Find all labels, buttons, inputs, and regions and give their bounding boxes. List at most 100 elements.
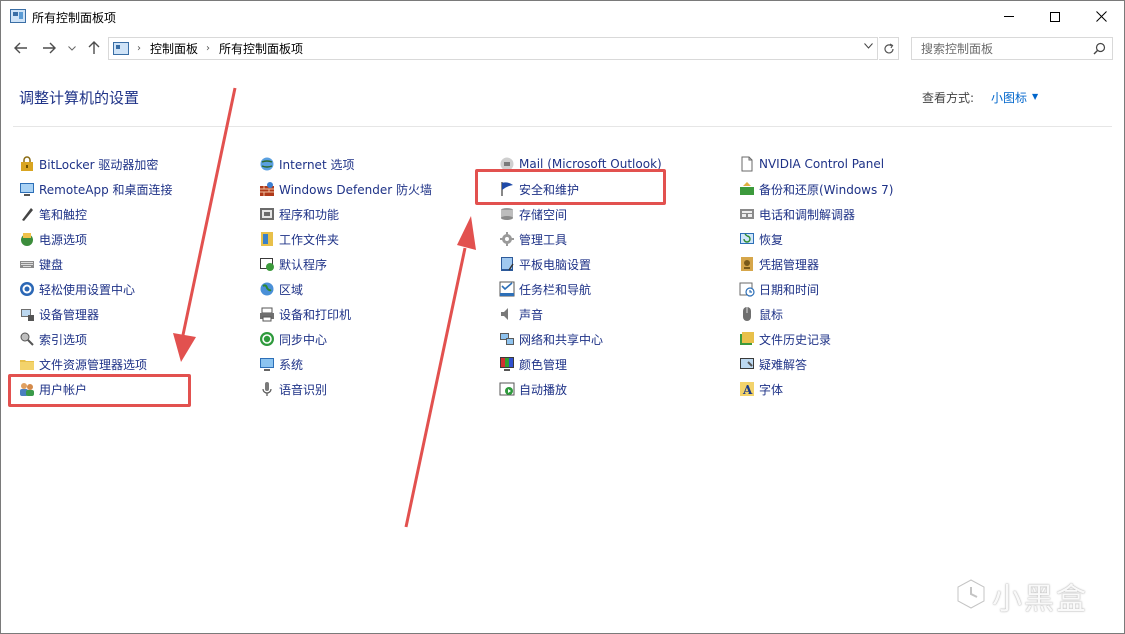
window-title: 所有控制面板项 (32, 11, 117, 25)
nvidia-icon (741, 156, 753, 172)
sync-icon (260, 332, 274, 346)
file-history-icon (740, 332, 754, 345)
control-panel-item[interactable]: 鼠标 (739, 304, 783, 324)
folder-options-icon (19, 356, 35, 372)
control-panel-item[interactable]: BitLocker 驱动器加密 (19, 154, 158, 174)
search-icon[interactable] (1093, 42, 1106, 55)
refresh-button[interactable] (879, 37, 899, 60)
control-panel-item[interactable]: 声音 (499, 304, 543, 324)
control-panel-item[interactable]: 工作文件夹 (259, 229, 339, 249)
speaker-icon (501, 308, 508, 320)
back-button[interactable] (11, 37, 31, 59)
control-panel-item-label: 疑难解答 (759, 357, 808, 372)
control-panel-item-label: 平板电脑设置 (519, 257, 592, 272)
control-panel-item-label: 声音 (519, 307, 544, 322)
view-by-label: 查看方式: (922, 91, 975, 105)
control-panel-item[interactable]: 同步中心 (259, 329, 327, 349)
system-icon (260, 358, 274, 371)
font-icon: A (740, 382, 754, 397)
control-panel-item[interactable]: 索引选项 (19, 329, 87, 349)
control-panel-item[interactable]: 语音识别 (259, 379, 327, 399)
control-panel-item-label: 电话和调制解调器 (759, 207, 856, 222)
bitlocker-icon (19, 156, 35, 172)
watermark-logo-icon (956, 578, 986, 610)
control-panel-item[interactable]: 电源选项 (19, 229, 87, 249)
control-panel-item[interactable]: 恢复 (739, 229, 783, 249)
breadcrumb-control-panel[interactable]: 控制面板 (150, 40, 198, 57)
control-panel-item[interactable]: Internet 选项 (259, 154, 354, 174)
control-panel-item[interactable]: 存储空间 (499, 204, 567, 224)
control-panel-item[interactable]: RemoteApp 和桌面连接 (19, 179, 173, 199)
control-panel-item-label: 默认程序 (279, 257, 328, 272)
title-bar[interactable]: 所有控制面板项 (1, 1, 1124, 32)
control-panel-item-label: 日期和时间 (759, 282, 820, 297)
caret-down-icon[interactable]: ▼ (1032, 92, 1038, 101)
control-panel-item[interactable]: 自动播放 (499, 379, 567, 399)
minimize-button[interactable] (986, 1, 1032, 32)
address-dropdown-button[interactable] (864, 41, 873, 52)
control-panel-item[interactable]: 网络和共享中心 (499, 329, 603, 349)
forward-button[interactable] (39, 37, 59, 59)
control-panel-icon (113, 42, 129, 55)
control-panel-item[interactable]: 文件资源管理器选项 (19, 354, 147, 374)
control-panel-item[interactable]: 疑难解答 (739, 354, 807, 374)
control-panel-item[interactable]: 轻松使用设置中心 (19, 279, 135, 299)
control-panel-item[interactable]: 电话和调制解调器 (739, 204, 855, 224)
address-bar[interactable]: › 控制面板 › 所有控制面板项 (108, 37, 878, 60)
control-panel-item[interactable]: 程序和功能 (259, 204, 339, 224)
control-panel-item[interactable]: 管理工具 (499, 229, 567, 249)
control-panel-item[interactable]: 设备和打印机 (259, 304, 351, 324)
credential-icon (739, 256, 755, 272)
recovery-icon (740, 233, 754, 244)
control-panel-item-label: 凭据管理器 (759, 257, 820, 272)
control-panel-item[interactable]: 颜色管理 (499, 354, 567, 374)
firewall-icon (259, 181, 275, 197)
control-panel-item[interactable]: 备份和还原(Windows 7) (739, 179, 893, 199)
file-history-icon (739, 331, 755, 347)
breadcrumb-all-items[interactable]: 所有控制面板项 (219, 40, 303, 57)
watermark-text: 小黑盒 (992, 582, 1088, 617)
arrow-right-icon (43, 42, 56, 54)
control-panel-item[interactable]: 键盘 (19, 254, 63, 274)
bitlocker-icon (21, 156, 33, 171)
control-panel-item[interactable]: 区域 (259, 279, 303, 299)
control-panel-item[interactable]: 平板电脑设置 (499, 254, 591, 274)
power-icon (19, 231, 35, 247)
control-panel-item[interactable]: 默认程序 (259, 254, 327, 274)
view-by-dropdown[interactable]: 小图标 (991, 89, 1027, 106)
control-panel-item[interactable]: NVIDIA Control Panel (739, 154, 884, 174)
control-panel-item-label: 语音识别 (279, 382, 328, 397)
microphone-icon (262, 382, 272, 396)
page-title: 调整计算机的设置 (19, 89, 140, 107)
nvidia-icon (739, 156, 755, 172)
ease-of-access-icon (19, 281, 35, 297)
remoteapp-icon (20, 183, 34, 196)
control-panel-item[interactable]: 凭据管理器 (739, 254, 819, 274)
control-panel-item[interactable]: A 字体 (739, 379, 783, 399)
device-manager-icon (21, 309, 34, 321)
control-panel-item[interactable]: 笔和触控 (19, 204, 87, 224)
folder-options-icon (20, 360, 34, 370)
maximize-button[interactable] (1032, 1, 1078, 32)
control-panel-item-label: 同步中心 (279, 332, 328, 347)
keyboard-icon (20, 261, 34, 268)
control-panel-item[interactable]: 文件历史记录 (739, 329, 831, 349)
control-panel-item-label: BitLocker 驱动器加密 (39, 157, 159, 172)
tablet-icon (499, 256, 515, 272)
search-input[interactable] (912, 38, 1087, 59)
chevron-right-icon: › (206, 43, 211, 54)
power-icon (21, 233, 33, 246)
up-button[interactable] (84, 37, 104, 59)
maximize-icon (1050, 11, 1060, 22)
recent-locations-button[interactable] (65, 37, 79, 59)
arrow-up-icon (88, 41, 100, 54)
control-panel-item[interactable]: 日期和时间 (739, 279, 819, 299)
close-button[interactable] (1078, 1, 1124, 32)
control-panel-item-label: 键盘 (39, 257, 64, 272)
control-panel-item[interactable]: 任务栏和导航 (499, 279, 591, 299)
control-panel-item[interactable]: 设备管理器 (19, 304, 99, 324)
control-panel-item-label: Windows Defender 防火墙 (279, 182, 432, 197)
control-panel-item[interactable]: Windows Defender 防火墙 (259, 179, 432, 199)
control-panel-item[interactable]: 系统 (259, 354, 303, 374)
remoteapp-icon (19, 181, 35, 197)
